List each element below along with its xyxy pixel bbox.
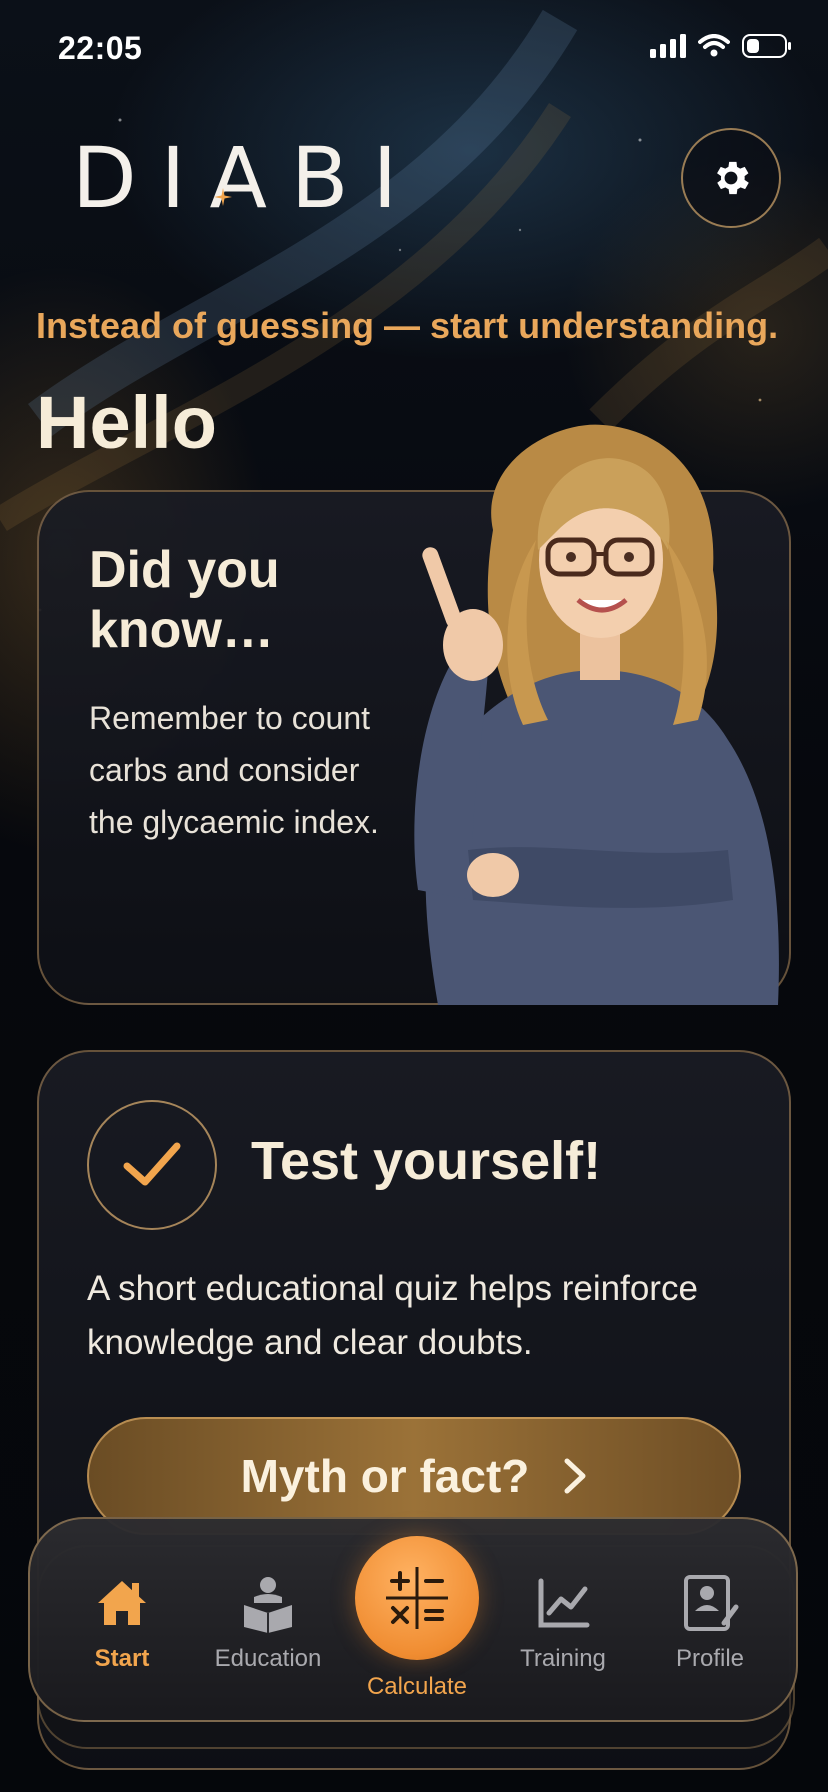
tagline: Instead of guessing — start understandin… — [36, 305, 779, 346]
status-bar: 22:05 — [58, 30, 792, 70]
nav-education-label: Education — [214, 1645, 322, 1672]
bottom-navigation: Start Education Calculate Training Profi… — [28, 1517, 798, 1722]
myth-or-fact-label: Myth or fact? — [240, 1450, 530, 1502]
sparkle-icon — [214, 188, 232, 206]
nav-calculate-label: Calculate — [366, 1673, 468, 1700]
signal-icon — [650, 34, 686, 58]
quiz-title: Test yourself! — [251, 1131, 602, 1191]
checkmark-icon — [123, 1142, 181, 1186]
nav-training[interactable]: Training — [493, 1519, 633, 1719]
chevron-right-icon — [564, 1458, 586, 1494]
logo-text: DIABI — [72, 129, 422, 227]
battery-icon — [742, 34, 791, 58]
logo: DIABI — [72, 136, 397, 220]
calculator-icon — [386, 1567, 448, 1629]
home-icon — [98, 1581, 146, 1625]
did-you-know-text: Remember to count carbs and consider the… — [89, 700, 379, 840]
nav-education[interactable]: Education — [198, 1519, 338, 1719]
gear-icon — [717, 161, 749, 195]
quiz-description: A short educational quiz helps reinforce… — [87, 1269, 698, 1362]
check-badge — [87, 1100, 217, 1230]
greeting: Hello — [36, 381, 217, 464]
nav-start-label: Start — [94, 1645, 150, 1672]
reader-icon — [244, 1577, 292, 1633]
nav-calculate-button[interactable] — [355, 1536, 479, 1660]
wifi-icon — [698, 34, 730, 57]
nav-profile[interactable]: Profile — [640, 1519, 780, 1719]
assistant-illustration — [414, 424, 779, 1005]
nav-start[interactable]: Start — [52, 1519, 192, 1719]
nav-training-label: Training — [520, 1645, 606, 1672]
did-you-know-title: Did you know… — [89, 541, 280, 659]
chart-icon — [538, 1578, 590, 1628]
profile-icon — [684, 1575, 739, 1631]
status-time: 22:05 — [58, 30, 143, 66]
settings-button[interactable] — [681, 128, 781, 228]
nav-profile-label: Profile — [675, 1645, 745, 1672]
